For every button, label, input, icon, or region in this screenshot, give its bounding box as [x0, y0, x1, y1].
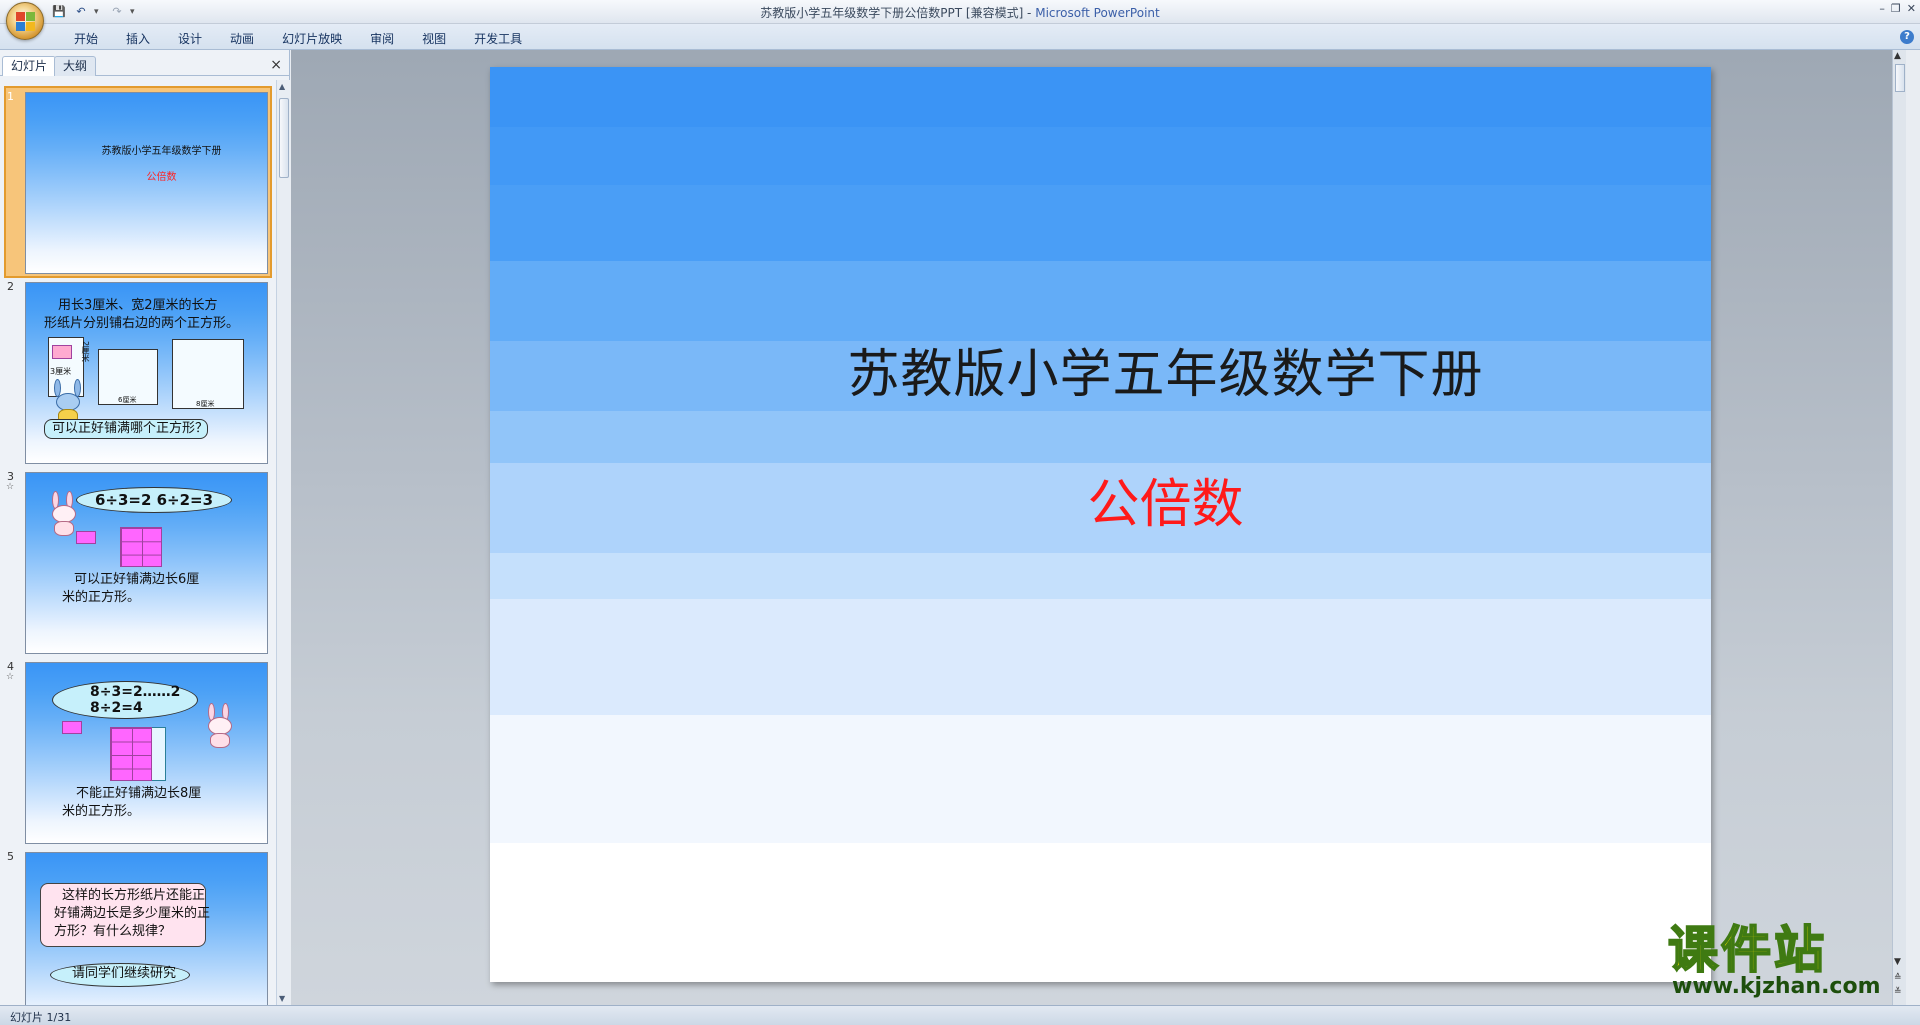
tab-slides[interactable]: 幻灯片 [2, 56, 57, 76]
thumbnail-preview: 用长3厘米、宽2厘米的长方 形纸片分别铺右边的两个正方形。 3厘米 2厘米 6厘… [25, 282, 268, 464]
equation-line: 8÷2=4 [90, 700, 143, 716]
thumbnail-line: 可以正好铺满边长6厘 [74, 572, 200, 587]
panel-close-icon[interactable]: × [270, 57, 282, 73]
thumbnail-line: 用长3厘米、宽2厘米的长方 [58, 298, 218, 313]
minimize-icon[interactable]: – [1879, 2, 1885, 15]
status-bar: 幻灯片 1/31 [0, 1005, 1920, 1025]
tiled-rectangles [110, 727, 152, 781]
thumbnail-preview: 6÷3=2 6÷2=3 可以正好铺满边长6厘 米的正方形。 [25, 472, 268, 654]
background-band [490, 261, 1711, 341]
thumbnail-title: 苏教版小学五年级数学下册 [101, 146, 222, 157]
thumbnail-subtitle: 公倍数 [146, 172, 177, 183]
thumbnail-preview: 苏教版小学五年级数学下册 公倍数 [25, 92, 268, 274]
tab-insert[interactable]: 插入 [112, 30, 164, 48]
slide-subtitle[interactable]: 公倍数 [490, 462, 1711, 537]
background-band [490, 843, 1711, 982]
help-icon[interactable]: ? [1900, 30, 1914, 44]
background-band [490, 599, 1711, 715]
label-6cm: 6厘米 [118, 396, 137, 404]
tab-animations[interactable]: 动画 [216, 30, 268, 48]
tab-home[interactable]: 开始 [60, 30, 112, 48]
background-band [490, 67, 1711, 127]
site-watermark: 课件站 www.kjzhan.com [1667, 921, 1908, 1002]
tab-review[interactable]: 审阅 [356, 30, 408, 48]
slide-title[interactable]: 苏教版小学五年级数学下册 [490, 332, 1711, 407]
window-controls: – ❐ ✕ [1879, 2, 1916, 15]
label-8cm: 8厘米 [196, 400, 215, 408]
background-band [490, 185, 1711, 261]
animation-star-icon: ☆ [6, 482, 15, 492]
thumbnail-line: 米的正方形。 [62, 590, 141, 605]
background-band [490, 411, 1711, 463]
office-logo-icon [16, 12, 35, 31]
background-band [490, 715, 1711, 843]
scroll-down-icon[interactable]: ▼ [279, 994, 285, 1003]
watermark-url: www.kjzhan.com [1672, 974, 1881, 999]
thumbnail-line: 形纸片分别铺右边的两个正方形。 [44, 316, 240, 331]
background-band [490, 127, 1711, 185]
thumbnail-number: 1 [7, 90, 14, 103]
slide-thumbnail-5[interactable]: 5 这样的长方形纸片还能正 好铺满边长是多少厘米的正 方形？有什么规律？ 请同学… [0, 846, 276, 1005]
thumbnail-number: 2 [7, 280, 14, 293]
tiled-square-6cm [120, 527, 162, 567]
paper-rectangle [76, 531, 96, 544]
restore-icon[interactable]: ❐ [1891, 2, 1901, 15]
label-2cm: 2厘米 [81, 341, 90, 363]
paper-rectangle [62, 721, 82, 734]
equation-bubble: 6÷3=2 6÷2=3 [76, 487, 232, 513]
slide-thumbnail-1[interactable]: 1 苏教版小学五年级数学下册 公倍数 [0, 86, 276, 278]
animation-star-icon: ☆ [6, 672, 15, 682]
slide-thumbnail-4[interactable]: 4 ☆ 8÷3=2……2 8÷2=4 不能正好铺满边长8厘 米的正方形。 [0, 656, 276, 846]
scroll-up-icon[interactable]: ▲ [279, 82, 285, 91]
thumbnail-line: 好铺满边长是多少厘米的正 [54, 906, 211, 921]
paper-rectangle [52, 345, 72, 359]
tab-view[interactable]: 视图 [408, 30, 460, 48]
thumbnail-line: 这样的长方形纸片还能正 [62, 888, 206, 903]
tab-slideshow[interactable]: 幻灯片放映 [268, 30, 356, 48]
tab-outline[interactable]: 大纲 [54, 56, 97, 76]
office-button[interactable] [6, 2, 44, 40]
thumbnail-question: 可以正好铺满哪个正方形？ [52, 421, 209, 436]
thumbnail-number: 5 [7, 850, 14, 863]
scroll-up-icon[interactable]: ▲ [1894, 51, 1901, 61]
thumbnail-list: 1 苏教版小学五年级数学下册 公倍数 2 用长3厘米、宽2厘米的长方 形纸片分别… [0, 80, 278, 1005]
thumbnail-line: 请同学们继续研究 [72, 966, 177, 981]
ribbon: 开始 插入 设计 动画 幻灯片放映 审阅 视图 开发工具 ? [0, 24, 1920, 50]
window-title: 苏教版小学五年级数学下册公倍数PPT [兼容模式] - Microsoft Po… [760, 6, 1160, 20]
watermark-logo-text: 课件站 [1667, 921, 1827, 979]
background-band [490, 553, 1711, 599]
slide-editor: 苏教版小学五年级数学下册 公倍数 ▲ ▼ ≙ ≚ [291, 50, 1906, 1005]
slide-thumbnail-3[interactable]: 3 ☆ 6÷3=2 6÷2=3 可以正好铺满边长6厘 米的正方形。 [0, 466, 276, 656]
scrollbar-thumb[interactable] [279, 98, 289, 178]
slides-panel: 幻灯片 大纲 × 1 苏教版小学五年级数学下册 公倍数 2 用长3厘米、宽2厘米… [0, 50, 290, 1005]
tab-design[interactable]: 设计 [164, 30, 216, 48]
slide-counter: 幻灯片 1/31 [10, 1011, 72, 1024]
thumbnail-preview: 这样的长方形纸片还能正 好铺满边长是多少厘米的正 方形？有什么规律？ 请同学们继… [25, 852, 268, 1005]
thumbnail-line: 不能正好铺满边长8厘 [76, 786, 202, 801]
panel-tabs: 幻灯片 大纲 × [0, 54, 290, 76]
tab-developer[interactable]: 开发工具 [460, 30, 536, 48]
editor-scrollbar[interactable]: ▲ ▼ ≙ ≚ [1892, 50, 1906, 1005]
title-bar: 💾 ↶ ▾ ↷ ▾ 苏教版小学五年级数学下册公倍数PPT [兼容模式] - Mi… [0, 0, 1920, 40]
ribbon-tabs: 开始 插入 设计 动画 幻灯片放映 审阅 视图 开发工具 [60, 30, 536, 48]
rabbit-character-icon [204, 703, 238, 749]
scrollbar-thumb[interactable] [1895, 64, 1905, 92]
thumbnail-line: 方形？有什么规律？ [54, 924, 172, 939]
thumbnail-line: 米的正方形。 [62, 804, 141, 819]
current-slide[interactable]: 苏教版小学五年级数学下册 公倍数 [490, 67, 1711, 982]
thumbnail-scrollbar[interactable]: ▲ ▼ [276, 80, 290, 1005]
thumbnail-preview: 8÷3=2……2 8÷2=4 不能正好铺满边长8厘 米的正方形。 [25, 662, 268, 844]
close-icon[interactable]: ✕ [1907, 2, 1916, 15]
slide-thumbnail-2[interactable]: 2 用长3厘米、宽2厘米的长方 形纸片分别铺右边的两个正方形。 3厘米 2厘米 … [0, 276, 276, 466]
